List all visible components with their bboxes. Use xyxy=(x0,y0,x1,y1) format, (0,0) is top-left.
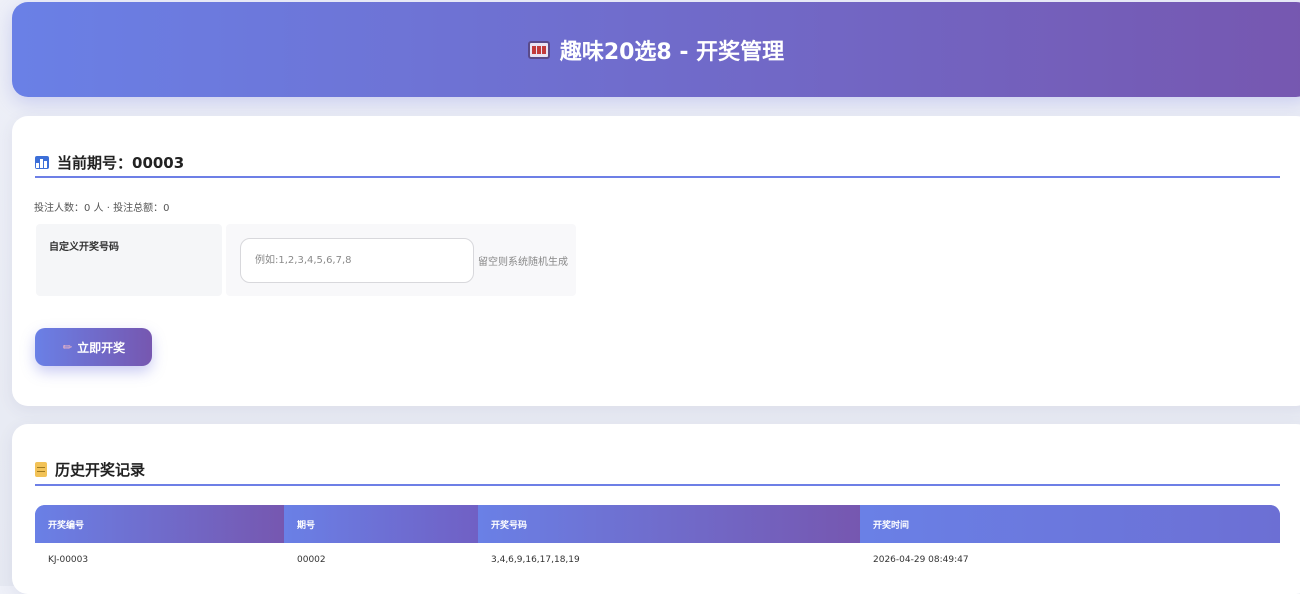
history-heading: 历史开奖记录 xyxy=(35,459,145,480)
cell-time: 2026-04-29 08:49:47 xyxy=(873,555,969,565)
custom-number-input[interactable] xyxy=(240,237,474,283)
custom-number-hint: 留空则系统随机生成 xyxy=(478,256,568,268)
page-title: 趣味20选8 - 开奖管理 xyxy=(559,39,785,65)
custom-number-label: 自定义开奖号码 xyxy=(36,224,222,296)
history-card: 历史开奖记录 开奖编号 期号 开奖号码 开奖时间 KJ-00003 00002 … xyxy=(12,424,1300,594)
draw-now-label: 立即开奖 xyxy=(77,340,126,355)
title-divider xyxy=(35,176,1280,178)
column-header-draw-id[interactable]: 开奖编号 xyxy=(35,505,284,543)
column-header-time[interactable]: 开奖时间 xyxy=(860,505,1280,543)
cell-numbers: 3,4,6,9,16,17,18,19 xyxy=(491,555,580,565)
title-divider xyxy=(35,484,1280,486)
slot-machine-icon xyxy=(527,40,550,59)
bet-stats: 投注人数：0 人 · 投注总额：0 xyxy=(34,203,170,214)
table-header: 开奖编号 期号 开奖号码 开奖时间 xyxy=(35,505,1280,543)
current-period-title: 当前期号：00003 xyxy=(57,154,185,172)
table-row[interactable]: KJ-00003 00002 3,4,6,9,16,17,18,19 2026-… xyxy=(35,543,1280,577)
scroll-icon xyxy=(35,462,47,477)
custom-number-field-wrap: 留空则系统随机生成 xyxy=(226,224,576,296)
custom-number-row: 自定义开奖号码 留空则系统随机生成 xyxy=(36,224,576,296)
column-header-numbers[interactable]: 开奖号码 xyxy=(478,505,860,543)
current-period-heading: 当前期号：00003 xyxy=(35,152,184,173)
bar-chart-icon xyxy=(35,156,49,169)
rocket-icon: ✐ xyxy=(58,339,75,355)
page-title-wrap: 趣味20选8 - 开奖管理 xyxy=(527,34,785,66)
cell-period: 00002 xyxy=(297,555,326,565)
history-table: 开奖编号 期号 开奖号码 开奖时间 KJ-00003 00002 3,4,6,9… xyxy=(35,505,1280,577)
cell-draw-id: KJ-00003 xyxy=(48,555,89,565)
column-header-period[interactable]: 期号 xyxy=(284,505,478,543)
page-header: 趣味20选8 - 开奖管理 xyxy=(12,2,1300,97)
current-draw-card: 当前期号：00003 投注人数：0 人 · 投注总额：0 自定义开奖号码 留空则… xyxy=(12,116,1300,406)
draw-now-button[interactable]: ✐ 立即开奖 xyxy=(35,328,152,366)
history-title: 历史开奖记录 xyxy=(55,461,146,479)
